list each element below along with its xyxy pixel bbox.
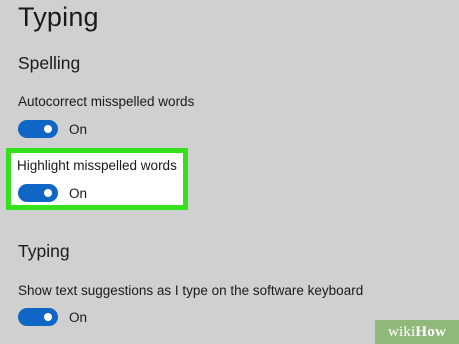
autocorrect-toggle-row: On	[18, 120, 87, 138]
suggestions-state: On	[69, 309, 88, 325]
section-title-typing: Typing	[18, 241, 70, 261]
wikihow-watermark: wikiHow	[375, 320, 459, 344]
autocorrect-label: Autocorrect misspelled words	[18, 94, 195, 109]
watermark-suffix: How	[415, 324, 447, 340]
highlight-toggle-row: On	[18, 184, 87, 202]
suggestions-label: Show text suggestions as I type on the s…	[18, 283, 364, 298]
section-title-spelling: Spelling	[18, 53, 81, 73]
toggle-knob	[44, 125, 52, 133]
highlight-toggle[interactable]	[18, 184, 58, 202]
autocorrect-state: On	[69, 121, 88, 137]
suggestions-toggle[interactable]	[18, 308, 58, 326]
highlight-state: On	[69, 185, 88, 201]
toggle-knob	[44, 189, 52, 197]
highlight-label: Highlight misspelled words	[17, 158, 177, 173]
toggle-knob	[44, 313, 52, 321]
page-title: Typing	[18, 2, 99, 32]
watermark-prefix: wiki	[387, 324, 416, 340]
suggestions-toggle-row: On	[18, 308, 87, 326]
autocorrect-toggle[interactable]	[18, 120, 58, 138]
